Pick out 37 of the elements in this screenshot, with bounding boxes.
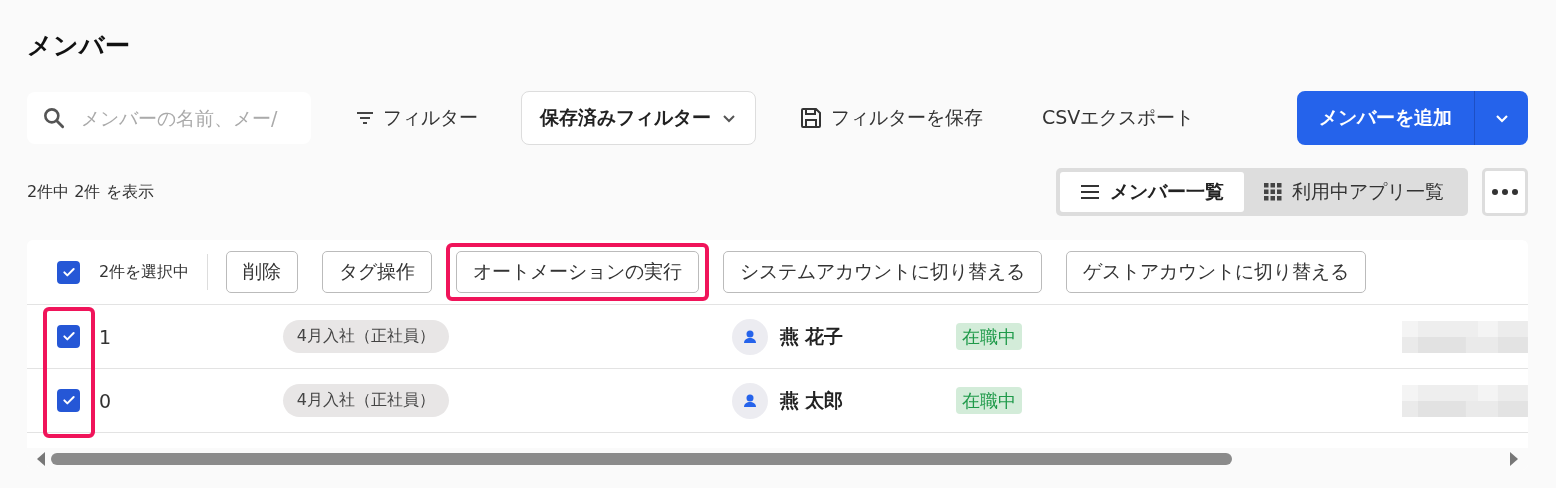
tag-chip: 4月入社（正社員）	[282, 384, 450, 417]
more-icon	[1491, 188, 1519, 196]
status-badge: 在職中	[956, 386, 1023, 414]
more-button[interactable]	[1482, 168, 1528, 216]
bulk-action-button[interactable]: タグ操作	[322, 251, 433, 293]
view-tab[interactable]: メンバー一覧	[1060, 172, 1244, 212]
add-member-button[interactable]: メンバーを追加	[1297, 91, 1474, 145]
bulk-action-button[interactable]: システムアカウントに切り替える	[723, 251, 1043, 293]
selection-count: 2件を選択中	[99, 254, 209, 290]
bulk-action-button[interactable]: ゲストアカウントに切り替える	[1066, 251, 1367, 293]
search-field[interactable]: メンバーの名前、メー/	[27, 92, 311, 144]
member-number: 0	[98, 389, 113, 412]
status-badge: 在職中	[956, 322, 1023, 350]
view-tab[interactable]: 利用中アプリ一覧	[1244, 172, 1464, 212]
avatar-icon	[731, 382, 768, 419]
csv-export-button[interactable]: CSVエクスポート	[1042, 105, 1195, 131]
result-count: 2件中 2件 を表示	[27, 181, 154, 203]
tag-chip: 4月入社（正社員）	[282, 320, 450, 353]
grid-icon	[1264, 183, 1282, 201]
checkbox[interactable]	[57, 260, 80, 284]
member-number: 1	[98, 325, 113, 348]
filter-button[interactable]: フィルター	[355, 105, 478, 131]
bulk-action-button[interactable]: オートメーションの実行	[456, 251, 700, 293]
checkbox[interactable]	[57, 388, 80, 412]
saved-filter-dropdown[interactable]: 保存済みフィルター	[521, 91, 756, 145]
bulk-action-button[interactable]: 削除	[226, 251, 299, 293]
search-icon	[41, 105, 67, 131]
scroll-right-icon[interactable]	[1510, 452, 1518, 466]
member-name: 燕 花子	[779, 323, 844, 349]
page-title: メンバー	[27, 30, 131, 62]
list-icon	[1080, 184, 1100, 200]
checkbox[interactable]	[57, 324, 80, 348]
member-name: 燕 太郎	[779, 387, 844, 413]
save-filter-button[interactable]: フィルターを保存	[799, 105, 983, 131]
scroll-left-icon[interactable]	[37, 452, 45, 466]
filter-icon	[355, 110, 375, 126]
avatar-icon	[731, 318, 768, 355]
